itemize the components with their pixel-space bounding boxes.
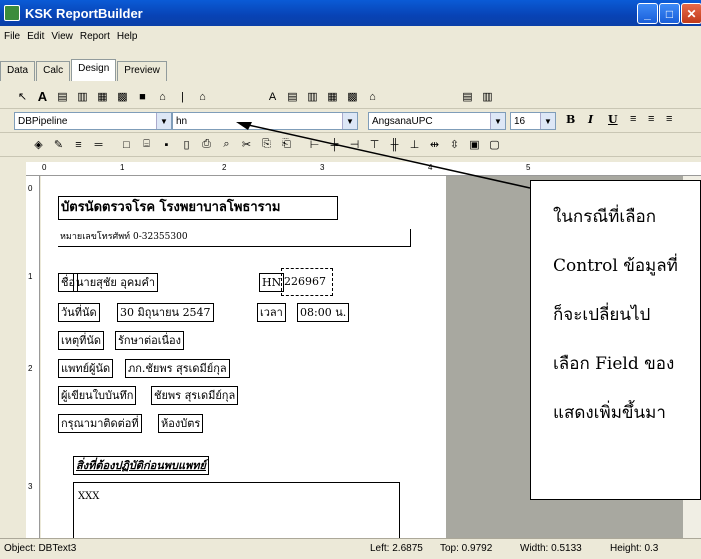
status-top: Top: 0.9792 xyxy=(440,543,493,554)
status-width: Width: 0.5133 xyxy=(520,543,582,554)
status-left: Left: 2.6875 xyxy=(370,543,423,554)
status-bar: Object: DBText3 Left: 2.6875 Top: 0.9792… xyxy=(0,538,701,559)
status-height: Height: 0.3 xyxy=(610,543,659,554)
callout-arrow xyxy=(236,122,531,189)
status-object: Object: DBText3 xyxy=(4,543,77,554)
